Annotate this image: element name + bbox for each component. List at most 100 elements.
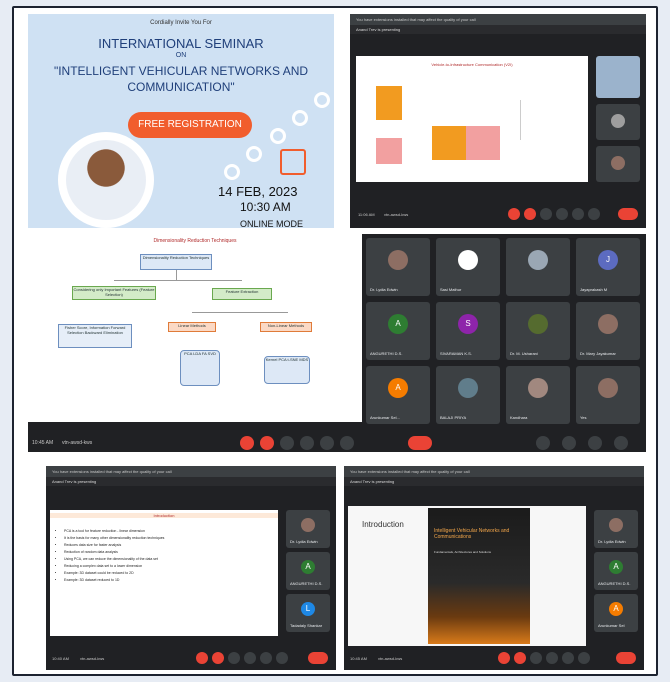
raise-hand-button[interactable]	[244, 652, 256, 664]
avatar: L	[301, 602, 315, 616]
mic-off-button[interactable]	[498, 652, 510, 664]
shared-slide: Introduction Intelligent Vehicular Netwo…	[348, 506, 586, 646]
avatar	[458, 378, 478, 398]
participant-tile[interactable]: Sasi Mathur	[436, 238, 500, 296]
avatar	[598, 314, 618, 334]
shared-slide: Dimensionality Reduction Techniques Dime…	[28, 234, 362, 422]
shared-slide: Vehicle-to-Infrastructure Communication …	[356, 56, 588, 182]
participant-name: Kandhara	[510, 415, 528, 420]
slide-bullet: Reduction of random data analysis	[64, 549, 272, 556]
mic-off-button[interactable]	[508, 208, 520, 220]
meeting-code: vtn-awsd-kws	[384, 212, 409, 217]
participant-name: SIVARAMAN K.S.	[440, 351, 472, 356]
poster-topic-1: "INTELLIGENT VEHICULAR NETWORKS AND	[53, 64, 309, 78]
raise-hand-button[interactable]	[300, 436, 314, 450]
slide-bullets	[520, 100, 580, 140]
participant-name: Dr. M. Usharani	[510, 351, 538, 356]
avatar	[301, 518, 315, 532]
diagram-feature-extraction: Feature Extraction	[212, 288, 272, 300]
participant-name: Dr. Lydia Edwin	[598, 539, 626, 544]
meeting-code: vtn-awsd-kws	[62, 440, 93, 446]
raise-hand-button[interactable]	[546, 652, 558, 664]
more-options-button[interactable]	[578, 652, 590, 664]
participant-tile[interactable]: A Arunkumar Sel	[594, 594, 638, 632]
participant-tile[interactable]	[506, 238, 570, 296]
present-button[interactable]	[562, 652, 574, 664]
people-button[interactable]	[562, 436, 576, 450]
avatar	[528, 314, 548, 334]
camera-off-button[interactable]	[260, 436, 274, 450]
speaker-photo	[66, 140, 146, 220]
slide-bullet: Example: 3D dataset reduced to 1D	[64, 577, 272, 584]
chat-button[interactable]	[588, 436, 602, 450]
participant-tile[interactable]: J Jayaprakash M	[576, 238, 640, 296]
info-button[interactable]	[536, 436, 550, 450]
extension-warning: You have extensions installed that may a…	[350, 14, 646, 25]
participant-grid: Dr. Lydia Edwin Sasi Mathur J Jayaprakash M…	[366, 238, 642, 432]
participant-tile[interactable]: A ANGURETHI D.S.	[594, 552, 638, 590]
camera-off-button[interactable]	[212, 652, 224, 664]
slide-bullet: Example: 3D dataset could be reduced to …	[64, 570, 272, 577]
raise-hand-button[interactable]	[556, 208, 568, 220]
more-options-button[interactable]	[276, 652, 288, 664]
slide-bullet: Reducing a complex data set to a lower d…	[64, 563, 272, 570]
captions-button[interactable]	[540, 208, 552, 220]
diagram-feature-selection: Considering only Important Features (Fea…	[72, 286, 156, 300]
participant-tile[interactable]	[596, 56, 640, 98]
captions-button[interactable]	[228, 652, 240, 664]
participant-tile[interactable]: Yes	[576, 366, 640, 424]
leave-call-button[interactable]	[616, 652, 636, 664]
participant-tile[interactable]: Dr. M. Usharani	[506, 302, 570, 360]
more-options-button[interactable]	[588, 208, 600, 220]
meet-window-4: You have extensions installed that may a…	[344, 466, 644, 670]
mic-off-button[interactable]	[196, 652, 208, 664]
participant-name: Arunkumar Sel	[598, 623, 625, 628]
participant-tile[interactable]: L Tadadaly Shankar	[286, 594, 330, 632]
more-options-button[interactable]	[340, 436, 354, 450]
participant-tile[interactable]: A Arunkumar Sel...	[366, 366, 430, 424]
activities-button[interactable]	[614, 436, 628, 450]
participant-tile[interactable]: BALAJI PRIYA	[436, 366, 500, 424]
participant-tile[interactable]: S SIVARAMAN K.S.	[436, 302, 500, 360]
camera-off-button[interactable]	[524, 208, 536, 220]
diagram-connector	[114, 280, 242, 281]
present-button[interactable]	[572, 208, 584, 220]
participant-tile[interactable]: Dr. Lydia Edwin	[366, 238, 430, 296]
participant-tile[interactable]: Dr. Lydia Edwin	[286, 510, 330, 548]
extension-warning: You have extensions installed that may a…	[46, 466, 336, 477]
mic-off-button[interactable]	[240, 436, 254, 450]
avatar: A	[388, 314, 408, 334]
slide-bullet: It is the basis for many other dimension…	[64, 535, 272, 542]
participant-tile[interactable]	[596, 146, 640, 182]
camera-off-button[interactable]	[514, 652, 526, 664]
presenting-label: Anand Trev is presenting	[350, 25, 646, 34]
participant-name: Dr. Mary Jayakumar	[580, 351, 616, 356]
leave-call-button[interactable]	[408, 436, 432, 450]
meeting-code: vtn-awsd-kws	[80, 656, 105, 661]
participant-tile[interactable]: Dr. Lydia Edwin	[594, 510, 638, 548]
poster-date: 14 FEB, 2023	[218, 184, 298, 199]
participant-tile[interactable]: Kandhara	[506, 366, 570, 424]
leave-call-button[interactable]	[308, 652, 328, 664]
slide-title: Dimensionality Reduction Techniques	[153, 238, 237, 244]
book-subtitle: Fundamentals, Architectures and Solution…	[434, 550, 492, 554]
meeting-time: 10:40 AM	[52, 656, 69, 661]
poster-mode: ONLINE MODE	[240, 219, 304, 228]
avatar	[388, 250, 408, 270]
diagram-selection-methods: Fisher Score, Information Forward Select…	[58, 324, 132, 348]
present-button[interactable]	[320, 436, 334, 450]
captions-button[interactable]	[280, 436, 294, 450]
participant-tile[interactable]: A ANGURETHI D.S.	[366, 302, 430, 360]
poster-title: INTERNATIONAL SEMINAR	[98, 36, 264, 51]
participant-tile[interactable]	[596, 104, 640, 140]
extension-warning: You have extensions installed that may a…	[344, 466, 644, 477]
participant-tile[interactable]: A ANGURETHI D.S.	[286, 552, 330, 590]
participant-tile[interactable]: Dr. Mary Jayakumar	[576, 302, 640, 360]
slide-bullet: Reduces data size for faster analysis	[64, 542, 272, 549]
chart-bar-3	[432, 126, 466, 160]
present-button[interactable]	[260, 652, 272, 664]
avatar	[609, 518, 623, 532]
leave-call-button[interactable]	[618, 208, 638, 220]
captions-button[interactable]	[530, 652, 542, 664]
meet-window-1: You have extensions installed that may a…	[350, 14, 646, 228]
